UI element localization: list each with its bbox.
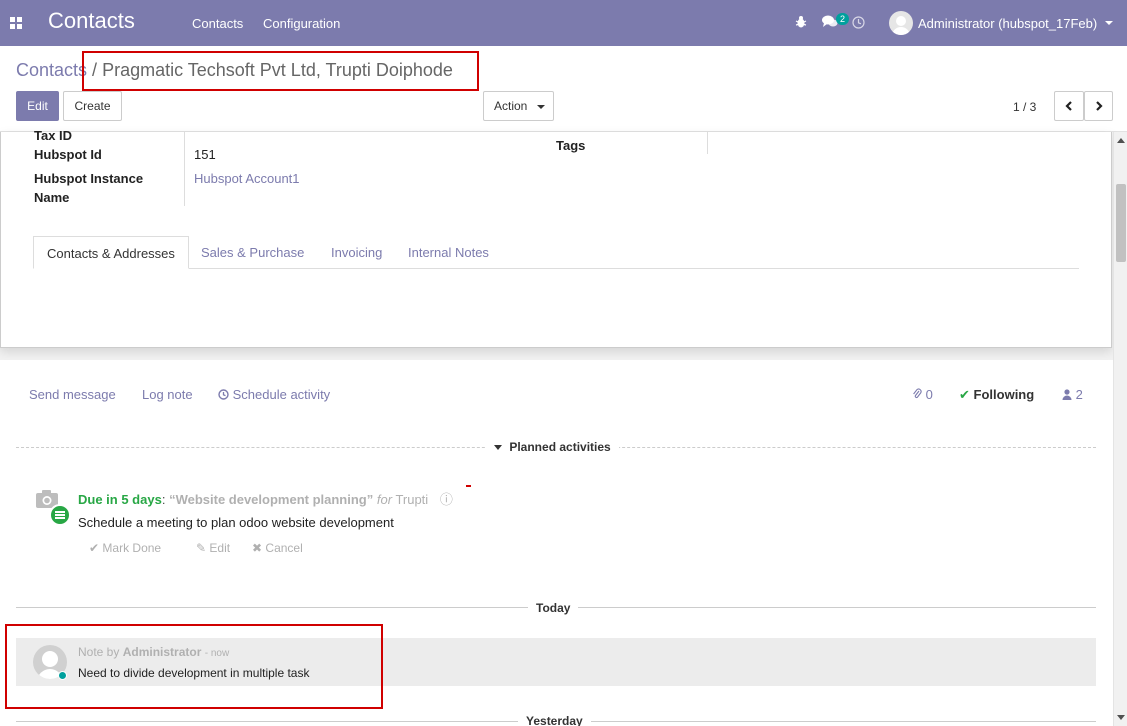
activity-type-icon	[49, 504, 71, 526]
yesterday-label: Yesterday	[518, 714, 591, 726]
edit-activity-label: Edit	[209, 541, 231, 555]
hubspot-instance-label-line2: Name	[34, 190, 70, 205]
check-icon: ✔	[959, 387, 970, 402]
scroll-thumb[interactable]	[1116, 184, 1126, 262]
top-navbar: Contacts Contacts Configuration 2 Admini…	[0, 0, 1127, 46]
chevron-left-icon	[1065, 101, 1072, 111]
cancel-activity-button[interactable]: ✖ Cancel	[252, 541, 303, 555]
mark-done-button[interactable]: ✔ Mark Done	[89, 541, 161, 555]
activity-assignee: Trupti	[395, 492, 429, 507]
followers-button[interactable]: 2	[1062, 387, 1083, 402]
hubspot-instance-link[interactable]: Hubspot Account1	[194, 171, 300, 186]
activity-colon: :	[161, 492, 166, 507]
breadcrumb-contacts-link[interactable]: Contacts	[16, 60, 87, 80]
activity-clock-icon[interactable]	[852, 16, 865, 29]
info-icon[interactable]: ⓘ	[440, 492, 453, 507]
chatter: Send message Log note Schedule activity …	[0, 360, 1112, 726]
edit-button[interactable]: Edit	[16, 91, 59, 121]
app-title[interactable]: Contacts	[48, 8, 135, 34]
mark-done-label: Mark Done	[102, 541, 162, 555]
paperclip-icon	[913, 388, 922, 399]
close-icon: ✖	[252, 541, 263, 555]
following-label: Following	[973, 387, 1035, 402]
user-menu-caret-icon[interactable]	[1105, 21, 1113, 25]
tab-invoicing[interactable]: Invoicing	[318, 236, 395, 269]
scroll-up-icon[interactable]	[1117, 138, 1125, 143]
form-sheet: Tax ID Hubspot Id 151 Hubspot Instance N…	[0, 128, 1112, 348]
action-caret-icon	[536, 104, 545, 109]
hubspot-id-label: Hubspot Id	[34, 147, 102, 162]
pager-next-button[interactable]	[1084, 91, 1113, 121]
activity-header: Due in 5 days: “Website development plan…	[78, 489, 453, 508]
pencil-icon: ✎	[196, 541, 207, 555]
scroll-down-icon[interactable]	[1117, 715, 1125, 720]
activity-note: Schedule a meeting to plan odoo website …	[78, 515, 394, 530]
today-label: Today	[528, 601, 579, 615]
send-message-button[interactable]: Send message	[29, 387, 116, 402]
log-note-button[interactable]: Log note	[142, 387, 193, 402]
note-highlight-box	[5, 624, 383, 709]
schedule-activity-label: Schedule activity	[232, 387, 331, 402]
planned-activities-toggle[interactable]: Planned activities	[486, 440, 619, 454]
pager-value[interactable]: 1 / 3	[1013, 100, 1036, 114]
schedule-activity-button[interactable]: Schedule activity	[218, 387, 330, 402]
tags-divider	[707, 132, 708, 154]
action-label: Action	[494, 99, 528, 113]
messages-badge: 2	[836, 13, 850, 25]
check-icon: ✔	[89, 541, 100, 555]
activity-due: Due in 5 days	[78, 492, 162, 507]
action-dropdown[interactable]: Action	[483, 91, 554, 121]
messages-chat-icon[interactable]: 2	[822, 13, 850, 29]
edit-activity-button[interactable]: ✎ Edit	[196, 541, 230, 555]
attachments-button[interactable]: 0	[912, 387, 933, 402]
notebook-tabs: Contacts & Addresses Sales & Purchase In…	[33, 236, 1079, 269]
chevron-right-icon	[1095, 101, 1103, 111]
activity-summary: “Website development planning”	[169, 492, 374, 507]
caret-down-icon	[494, 445, 502, 451]
user-icon	[1062, 389, 1072, 400]
create-button[interactable]: Create	[63, 91, 122, 121]
label-column-divider	[184, 132, 185, 206]
tab-sales-purchase[interactable]: Sales & Purchase	[188, 236, 317, 269]
menu-configuration[interactable]: Configuration	[263, 16, 340, 31]
user-menu[interactable]: Administrator (hubspot_17Feb)	[918, 16, 1097, 31]
tab-contacts-addresses[interactable]: Contacts & Addresses	[33, 236, 189, 269]
control-panel: Contacts / Pragmatic Techsoft Pvt Ltd, T…	[0, 46, 1127, 132]
tags-label: Tags	[556, 138, 586, 153]
hubspot-instance-label: Hubspot Instance	[34, 171, 144, 186]
pager-previous-button[interactable]	[1054, 91, 1084, 121]
tax-id-label: Tax ID	[34, 128, 73, 143]
debug-bug-icon[interactable]	[795, 15, 807, 29]
red-marker	[466, 485, 471, 487]
hubspot-id-value[interactable]: 151	[194, 147, 216, 162]
vertical-scrollbar[interactable]	[1113, 132, 1127, 726]
menu-contacts[interactable]: Contacts	[192, 16, 243, 31]
apps-menu-icon[interactable]	[10, 17, 22, 29]
user-avatar[interactable]	[889, 11, 913, 35]
tab-internal-notes[interactable]: Internal Notes	[395, 236, 502, 269]
followers-count: 2	[1075, 387, 1083, 402]
activity-for: for	[376, 492, 393, 507]
following-button[interactable]: ✔ Following	[959, 387, 1034, 403]
planned-activities-label: Planned activities	[509, 440, 611, 454]
clock-icon	[218, 389, 229, 400]
title-highlight-box	[82, 51, 479, 91]
cancel-activity-label: Cancel	[265, 541, 303, 555]
attachments-count: 0	[925, 387, 933, 402]
